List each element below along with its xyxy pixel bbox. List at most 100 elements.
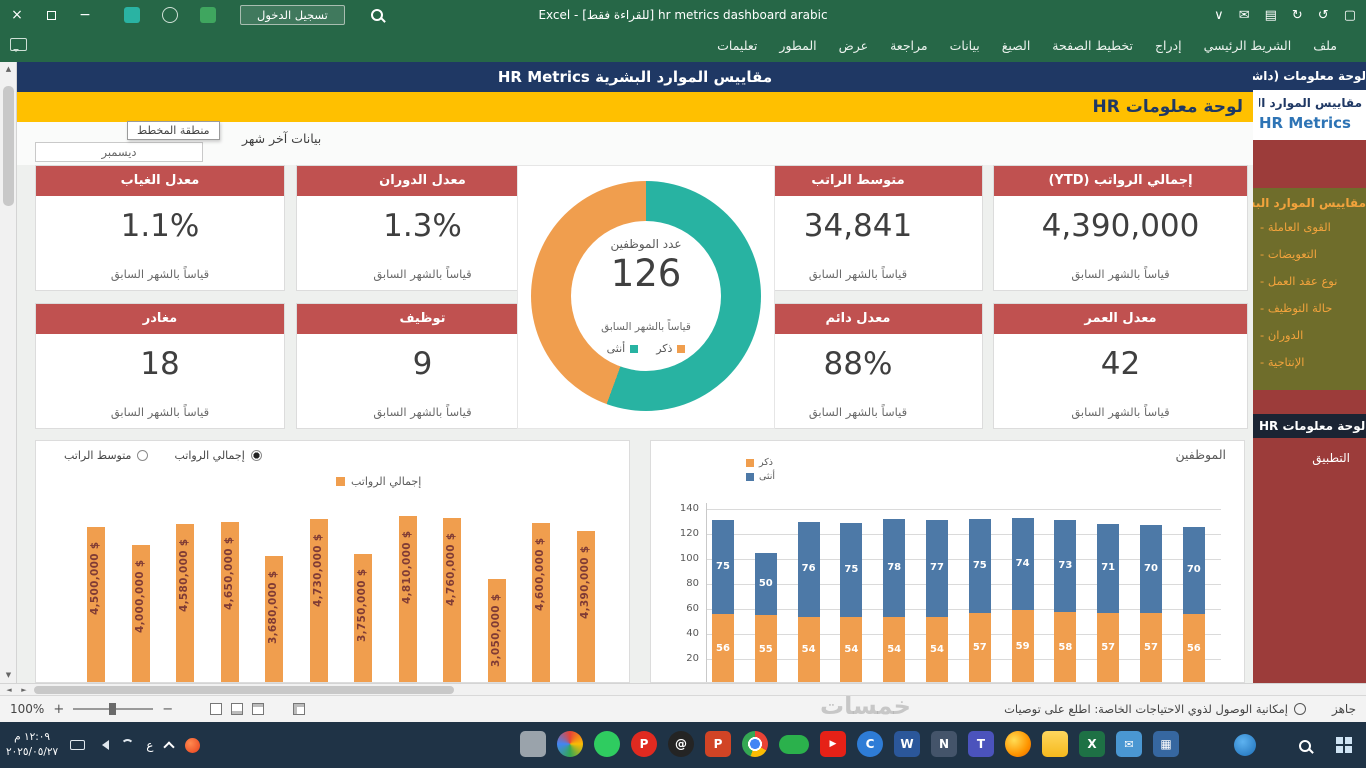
notifications-icon[interactable] (162, 7, 178, 23)
kpi-card-hires[interactable]: توظيف 9 قياساً بالشهر السابق (296, 303, 549, 429)
teams-icon[interactable]: T (968, 731, 994, 757)
clock[interactable]: ١٢:٠٩ م ٢٠٢٥/٠٥/٢٧ (6, 730, 58, 759)
employees-chart-panel[interactable]: الموظفين ذكر أنثى 140 120 100 80 60 40 20 75 56 50… (650, 440, 1245, 683)
start-button[interactable] (1336, 737, 1352, 753)
zoom-out-button[interactable]: − (162, 702, 173, 717)
quick-access-toolbar: ∨ ✉ ▤ ↻ ↺ ▢ (1214, 0, 1356, 30)
search-icon[interactable] (370, 6, 383, 25)
print-icon[interactable]: ▤ (1265, 8, 1277, 23)
redo-icon[interactable]: ↻ (1292, 8, 1303, 23)
sidebar-item-2[interactable]: - التعويضات (1253, 241, 1366, 268)
ribbon-tab-9[interactable]: المطور (768, 30, 827, 62)
file-explorer-icon[interactable] (1042, 731, 1068, 757)
minimize-icon[interactable]: − (68, 0, 102, 30)
undo-icon[interactable]: ↺ (1318, 8, 1329, 23)
sidebar-item-6[interactable]: - الإنتاجية (1253, 349, 1366, 376)
grid-view-icon[interactable] (293, 703, 306, 715)
accessibility-icon (1293, 703, 1306, 715)
scroll-up-icon[interactable]: ▲ (0, 62, 17, 77)
salary-chart-panel[interactable]: متوسط الراتب إجمالي الرواتب إجمالي الروا… (35, 440, 630, 683)
mail-icon[interactable]: ✉ (1116, 731, 1142, 757)
wifi-icon[interactable] (121, 738, 135, 752)
firefox-icon[interactable] (1005, 731, 1031, 757)
ribbon-tab-6[interactable]: بيانات (939, 30, 991, 62)
threads-icon[interactable]: @ (668, 731, 694, 757)
excel-icon[interactable]: X (1079, 731, 1105, 757)
radio-average-salary[interactable] (137, 450, 149, 461)
green-oval-app-icon[interactable] (779, 735, 809, 754)
cortana-icon[interactable] (1234, 734, 1256, 756)
calculator-icon[interactable]: ▦ (1153, 731, 1179, 757)
radio-option-total-salaries[interactable]: إجمالي الرواتب (174, 449, 262, 462)
salary-chart-plot: 4,500,000 $ 4,000,000 $ 4,580,000 $ 4,650,0… (36, 441, 629, 682)
photos-icon[interactable] (557, 731, 583, 757)
volume-icon[interactable] (97, 740, 110, 750)
close-icon[interactable]: × (0, 0, 34, 30)
page-layout-view-icon[interactable] (231, 703, 244, 715)
taskbar-search-icon[interactable] (1299, 737, 1311, 756)
youtube-icon[interactable]: ▶ (820, 731, 846, 757)
zoom-in-button[interactable]: + (53, 702, 64, 717)
customize-quick-access-icon[interactable]: ∨ (1214, 8, 1224, 23)
horizontal-scroll-thumb[interactable] (34, 686, 454, 694)
radio-total-salaries[interactable] (250, 450, 262, 461)
restore-icon[interactable] (34, 0, 68, 30)
ribbon-tab-1[interactable]: ملف (1302, 30, 1348, 62)
app-launcher-icon[interactable] (124, 7, 140, 23)
sidebar-item-5[interactable]: - الدوران (1253, 322, 1366, 349)
corel-app-icon[interactable]: C (857, 731, 883, 757)
vertical-scroll-thumb[interactable] (3, 86, 14, 206)
comments-icon[interactable] (10, 38, 27, 52)
kpi-card-turnover-rate[interactable]: معدل الدوران 1.3% قياساً بالشهر السابق (296, 165, 549, 291)
kpi-title: مغادر (36, 304, 284, 334)
onenote-icon[interactable]: N (931, 731, 957, 757)
ribbon-tab-2[interactable]: الشريط الرئيسي (1193, 30, 1303, 62)
zoom-level[interactable]: 100% (10, 702, 44, 716)
sidebar-item-hr-dashboard[interactable]: لوحة معلومات HR (1253, 414, 1366, 438)
powerpoint-icon[interactable]: P (705, 731, 731, 757)
normal-view-icon[interactable] (252, 703, 265, 715)
horizontal-scrollbar[interactable]: ◄ ► (0, 683, 1366, 695)
female-bar-label: 70 (1186, 564, 1201, 576)
pinterest-icon[interactable]: P (631, 731, 657, 757)
sidebar-item-1[interactable]: - القوى العاملة (1253, 214, 1366, 241)
page-break-view-icon[interactable] (210, 703, 223, 715)
language-indicator[interactable]: ع (146, 738, 153, 752)
ribbon-tab-3[interactable]: إدراج (1144, 30, 1193, 62)
vertical-scrollbar[interactable]: ▲ ▼ (0, 62, 17, 683)
email-icon[interactable]: ✉ (1239, 8, 1250, 23)
radio-option-average-salary[interactable]: متوسط الراتب (64, 449, 149, 462)
kpi-card-absence-rate[interactable]: معدل الغياب 1.1% قياساً بالشهر السابق (35, 165, 285, 291)
opera-icon[interactable] (185, 737, 201, 753)
ribbon-tab-4[interactable]: تخطيط الصفحة (1041, 30, 1144, 62)
sidebar-item-app[interactable]: التطبيق (1253, 451, 1366, 465)
month-selector[interactable]: ديسمبر (35, 142, 203, 162)
ribbon-tab-10[interactable]: تعليمات (706, 30, 768, 62)
excel-app-icon[interactable] (200, 7, 216, 23)
accessibility-status[interactable]: إمكانية الوصول لذوي الاحتياجات الخاصة: ا… (1004, 702, 1306, 716)
zoom-slider[interactable] (73, 703, 154, 715)
sidebar-item-3[interactable]: - نوع عقد العمل (1253, 268, 1366, 295)
zoom-slider-thumb[interactable] (109, 703, 117, 715)
scroll-down-icon[interactable]: ▼ (0, 668, 17, 683)
save-icon[interactable]: ▢ (1344, 8, 1356, 23)
printer-icon[interactable] (520, 731, 546, 757)
ribbon-tab-7[interactable]: مراجعة (879, 30, 939, 62)
female-bar-label: 73 (1058, 559, 1073, 571)
kpi-title: معدل الغياب (36, 166, 284, 196)
kpi-card-total-salaries-ytd[interactable]: إجمالي الرواتب (YTD) 4,390,000 قياساً با… (993, 165, 1248, 291)
hidden-icons-chevron-icon[interactable] (163, 741, 176, 753)
ribbon-tab-5[interactable]: الصيغ (991, 30, 1042, 62)
sign-in-button[interactable]: تسجيل الدخول (240, 5, 345, 25)
ribbon-tab-8[interactable]: عرض (828, 30, 879, 62)
kpi-card-leavers[interactable]: مغادر 18 قياساً بالشهر السابق (35, 303, 285, 429)
sidebar-item-4[interactable]: - حالة التوظيف (1253, 295, 1366, 322)
chrome-icon[interactable] (742, 731, 768, 757)
employee-count-donut-chart[interactable]: عدد الموظفين 126 قياساً بالشهر السابق ذك… (531, 181, 761, 411)
kpi-title: إجمالي الرواتب (YTD) (994, 166, 1247, 196)
touch-keyboard-icon[interactable] (70, 740, 86, 750)
word-icon[interactable]: W (894, 731, 920, 757)
kpi-card-average-age[interactable]: معدل العمر 42 قياساً بالشهر السابق (993, 303, 1248, 429)
whatsapp-icon[interactable] (594, 731, 620, 757)
female-bar-label: 71 (1101, 562, 1116, 574)
